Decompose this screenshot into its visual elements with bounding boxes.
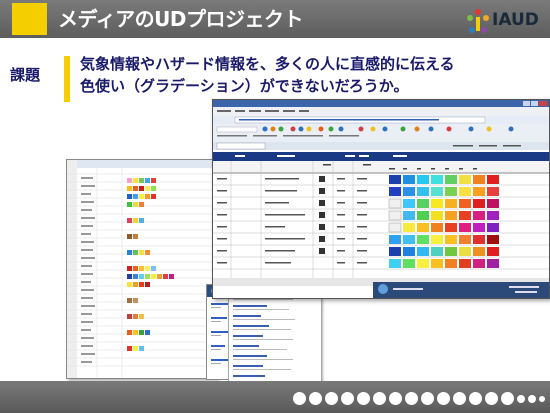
footer-dot-small <box>517 395 525 403</box>
footer-dot <box>325 392 338 405</box>
accent-bar <box>64 56 70 102</box>
subtitle-line-1: 気象情報やハザード情報を、多くの人に直感的に伝える <box>80 55 455 73</box>
browser-window-image <box>213 100 549 298</box>
issue-tag: 課題 <box>10 66 41 84</box>
footer-bar <box>0 381 550 413</box>
footer-dot <box>501 392 514 405</box>
iaud-logo: IAUD <box>466 8 546 36</box>
footer-dot-small <box>528 395 536 403</box>
footer-dot <box>293 392 306 405</box>
document-image <box>233 295 295 377</box>
subtitle: 気象情報やハザード情報を、多くの人に直感的に伝える 色使い（グラデーション）がで… <box>80 53 455 97</box>
title-bar: メディアのUDプロジェクト IAUD <box>0 0 550 38</box>
footer-dot <box>453 392 466 405</box>
footer-dot <box>341 392 354 405</box>
subtitle-line-2: 色使い（グラデーション）ができないだろうか。 <box>80 77 409 95</box>
footer-dot <box>389 392 402 405</box>
document-screenshot <box>228 288 322 382</box>
yellow-square-icon <box>12 3 47 35</box>
footer-dot <box>357 392 370 405</box>
footer-dot <box>373 392 386 405</box>
footer-dot <box>469 392 482 405</box>
footer-dot <box>485 392 498 405</box>
footer-dot-small <box>539 396 545 402</box>
spreadsheet-image <box>67 160 217 378</box>
slide-title: メディアのUDプロジェクト <box>58 7 303 31</box>
spreadsheet-screenshot <box>66 159 218 379</box>
footer-dot <box>405 392 418 405</box>
footer-dot <box>437 392 450 405</box>
footer-dot <box>421 392 434 405</box>
footer-dot <box>309 392 322 405</box>
logo-text: IAUD <box>492 10 539 30</box>
iaud-logo-icon <box>467 9 489 33</box>
browser-window-screenshot <box>212 99 550 299</box>
